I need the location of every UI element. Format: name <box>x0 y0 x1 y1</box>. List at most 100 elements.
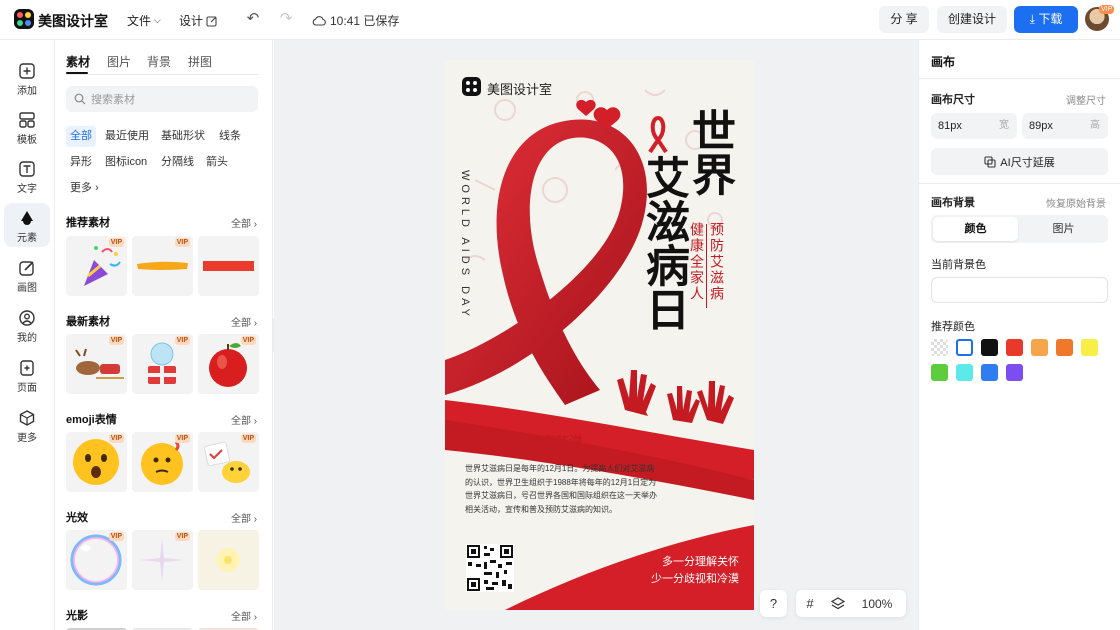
poster-brand-text[interactable]: 美图设计室 <box>487 79 552 98</box>
material-thumb-snow-globe-gift[interactable]: VIP <box>132 334 193 394</box>
poster-slogan[interactable]: 珍爱生命 远离艾滋 <box>467 432 583 452</box>
tab-collage[interactable]: 拼图 <box>188 53 212 70</box>
rail-item-mine[interactable]: 我的 <box>4 303 50 347</box>
tab-image[interactable]: 图片 <box>1021 217 1106 241</box>
page-icon <box>20 360 34 376</box>
vip-badge: VIP <box>108 434 124 443</box>
cube-icon <box>19 410 35 426</box>
chip-dividers[interactable]: 分隔线 <box>157 152 198 173</box>
poster-title-aids-day[interactable]: 艾滋病日 <box>638 155 689 331</box>
chip-lines[interactable]: 线条 <box>215 126 245 147</box>
chip-more[interactable]: 更多 › <box>66 178 103 199</box>
poster-english-vertical[interactable]: WORLD AIDS DAY <box>457 170 471 320</box>
chip-arrows[interactable]: 箭头 <box>202 152 232 173</box>
chip-all[interactable]: 全部 <box>66 126 96 147</box>
material-thumb-emoji-thinking[interactable]: VIP <box>132 432 193 492</box>
swatch-cyan[interactable] <box>956 364 973 381</box>
width-value: 81px <box>938 120 962 132</box>
tab-background[interactable]: 背景 <box>147 53 171 70</box>
canvas-height-input[interactable]: 89px 高 <box>1022 113 1108 139</box>
section-title-recommended: 推荐素材 <box>66 217 110 229</box>
rail-item-template[interactable]: 模板 <box>4 105 50 149</box>
swatch-orange[interactable] <box>1056 339 1073 356</box>
poster-title-world[interactable]: 世界 <box>683 108 735 196</box>
chip-basic-shapes[interactable]: 基础形状 <box>157 126 209 147</box>
design-menu[interactable]: 设计 <box>179 12 218 29</box>
search-input[interactable]: 搜索素材 <box>66 86 258 112</box>
material-thumb-yellow-stroke[interactable]: VIP <box>132 236 193 296</box>
share-button[interactable]: 分 享 <box>879 6 929 33</box>
material-thumb-emoji-checklist[interactable]: VIP <box>198 432 259 492</box>
poster-subtitle-health[interactable]: 健康全家人 <box>689 222 705 302</box>
canvas-width-input[interactable]: 81px 宽 <box>931 113 1017 139</box>
adjust-size-link[interactable]: 调整尺寸 <box>1066 92 1106 107</box>
rail-item-text[interactable]: 文字 <box>4 154 50 198</box>
rail-item-elements[interactable]: 元素 <box>4 203 50 247</box>
help-label: ? <box>769 596 778 611</box>
chip-recent[interactable]: 最近使用 <box>101 126 153 147</box>
ai-size-extend-button[interactable]: AI尺寸延展 <box>931 148 1108 175</box>
current-background-color-field[interactable] <box>931 277 1108 303</box>
section-all-light-effects[interactable]: 全部 › <box>231 510 257 525</box>
poster-canvas[interactable]: 美图设计室 WORLD AIDS DAY 世界 艾滋病日 预防艾滋病 健康全家人… <box>445 60 754 610</box>
poster-bottom-line2[interactable]: 少一分歧视和冷漠 <box>629 570 739 586</box>
canvas-size-label: 画布尺寸 <box>931 94 975 106</box>
material-thumb-bubble[interactable]: VIP <box>66 530 127 590</box>
file-menu[interactable]: 文件 ⌵ <box>127 12 161 29</box>
swatch-green[interactable] <box>931 364 948 381</box>
rail-item-draw[interactable]: 画图 <box>4 253 50 297</box>
create-design-button[interactable]: 创建设计 <box>937 6 1007 33</box>
swatch-light-orange[interactable] <box>1031 339 1048 356</box>
canvas-area: 美图设计室 WORLD AIDS DAY 世界 艾滋病日 预防艾滋病 健康全家人… <box>274 40 918 630</box>
download-icon: ⤓ <box>1029 12 1035 26</box>
swatch-purple[interactable] <box>1006 364 1023 381</box>
vip-badge: VIP <box>240 434 256 443</box>
layers-icon[interactable] <box>824 596 852 611</box>
undo-icon[interactable]: ↶ <box>244 10 262 28</box>
tab-image[interactable]: 图片 <box>107 53 131 70</box>
top-bar: 美图设计室 文件 ⌵ 设计 ↶ ↷ 10:41 已保存 分 享 创建设计 ⤓ 下… <box>0 0 1120 40</box>
section-all-newest[interactable]: 全部 › <box>231 314 257 329</box>
poster-subtitle-prevent[interactable]: 预防艾滋病 <box>709 222 725 302</box>
material-thumb-sparkle[interactable]: VIP <box>132 530 193 590</box>
rail-item-page[interactable]: 页面 <box>4 353 50 397</box>
material-thumb-glow[interactable] <box>198 530 259 590</box>
download-button[interactable]: ⤓ 下载 <box>1014 6 1078 33</box>
canvas-properties-panel: 画布 画布尺寸 调整尺寸 81px 宽 89px 高 AI尺寸延展 画布背景 恢… <box>918 40 1120 630</box>
rail-item-add[interactable]: 添加 <box>4 56 50 100</box>
section-all-recommended[interactable]: 全部 › <box>231 215 257 230</box>
swatch-white[interactable] <box>956 339 973 356</box>
search-placeholder: 搜索素材 <box>91 94 135 106</box>
chip-irregular[interactable]: 异形 <box>66 152 96 173</box>
grid-icon[interactable]: # <box>796 596 824 611</box>
rail-label: 文字 <box>17 184 37 195</box>
poster-bottom-line1[interactable]: 多一分理解关怀 <box>629 553 739 569</box>
chip-icons[interactable]: 图标icon <box>101 152 151 173</box>
redo-icon[interactable]: ↷ <box>277 10 295 28</box>
poster-body-text[interactable]: 世界艾滋病日是每年的12月1日。为提高人们对艾滋病的认识，世界卫生组织于1988… <box>465 462 659 516</box>
rail-item-more[interactable]: 更多 <box>4 403 50 447</box>
material-thumb-reindeer-sleigh[interactable]: VIP <box>66 334 127 394</box>
material-thumb-red-bar[interactable] <box>198 236 259 296</box>
all-label: 全部 <box>231 416 251 427</box>
rail-label: 更多 <box>17 433 37 444</box>
swatch-blue[interactable] <box>981 364 998 381</box>
swatch-transparent[interactable] <box>931 339 948 356</box>
material-thumb-emoji-shocked[interactable]: VIP <box>66 432 127 492</box>
swatch-yellow[interactable] <box>1081 339 1098 356</box>
all-label: 全部 <box>231 219 251 230</box>
section-all-emoji[interactable]: 全部 › <box>231 412 257 427</box>
material-thumb-party-popper[interactable]: VIP <box>66 236 127 296</box>
material-thumb-apple[interactable]: VIP <box>198 334 259 394</box>
file-menu-label: 文件 <box>127 14 152 28</box>
tab-material[interactable]: 素材 <box>66 53 90 70</box>
swatch-black[interactable] <box>981 339 998 356</box>
restore-background-link[interactable]: 恢复原始背景 <box>1046 195 1106 210</box>
tab-color[interactable]: 颜色 <box>933 217 1018 241</box>
section-all-light-shadow[interactable]: 全部 › <box>231 608 257 623</box>
swatch-red[interactable] <box>1006 339 1023 356</box>
active-tab-indicator <box>66 72 88 74</box>
zoom-level[interactable]: 100% <box>852 597 902 611</box>
help-button[interactable]: ? <box>760 590 787 617</box>
current-background-label: 当前背景色 <box>931 259 986 271</box>
